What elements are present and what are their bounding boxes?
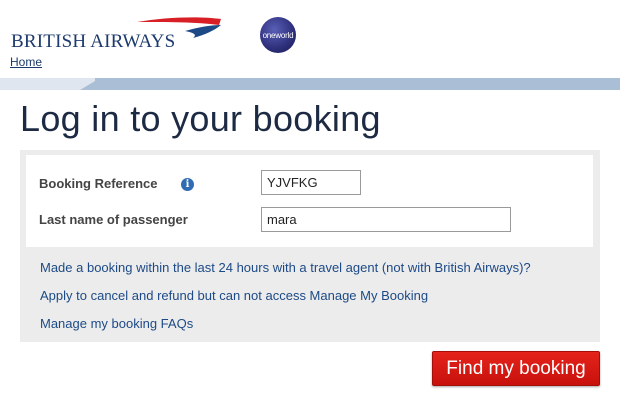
booking-reference-label: Booking Reference [39, 176, 158, 191]
brand-name[interactable]: BRITISH AIRWAYS [11, 31, 175, 53]
find-my-booking-button[interactable]: Find my booking [432, 351, 600, 386]
cancel-refund-link[interactable]: Apply to cancel and refund but can not a… [40, 288, 428, 303]
booking-reference-input[interactable] [261, 170, 361, 195]
manage-booking-faqs-link[interactable]: Manage my booking FAQs [40, 316, 193, 331]
booking-lookup-panel: Booking Reference i Last name of passeng… [20, 150, 600, 342]
home-link[interactable]: Home [10, 55, 42, 69]
travel-agent-booking-link[interactable]: Made a booking within the last 24 hours … [40, 260, 531, 275]
page-title: Log in to your booking [20, 98, 381, 139]
info-icon[interactable]: i [181, 178, 194, 191]
last-name-label: Last name of passenger [39, 212, 188, 227]
oneworld-badge: oneworld [260, 17, 296, 53]
header-divider-band [0, 78, 620, 90]
last-name-input[interactable] [261, 207, 511, 232]
site-header: BRITISH AIRWAYS oneworld Home [0, 0, 620, 78]
login-form: Booking Reference i Last name of passeng… [26, 155, 593, 247]
